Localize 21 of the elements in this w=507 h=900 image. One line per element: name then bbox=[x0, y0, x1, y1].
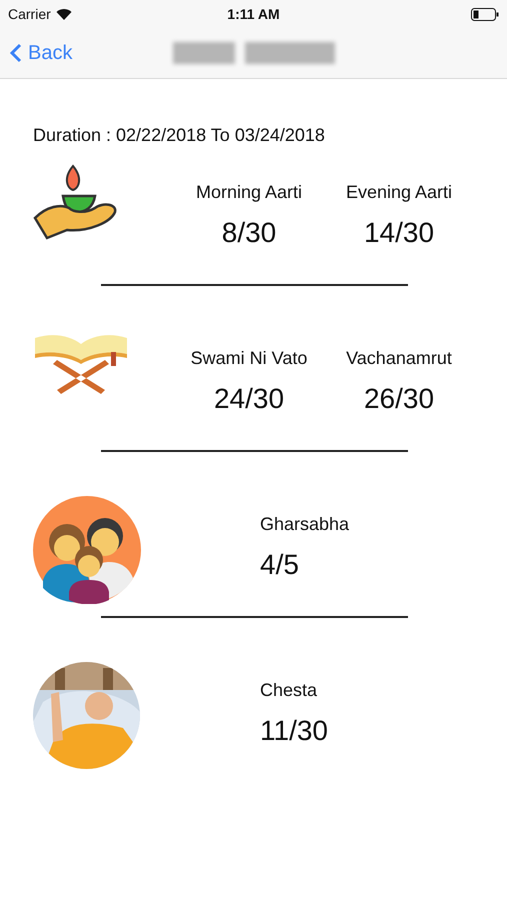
activity-count: 8/30 bbox=[222, 217, 276, 249]
activity-count: 24/30 bbox=[214, 383, 284, 415]
activity-count: 26/30 bbox=[364, 383, 434, 415]
activity-count: 4/5 bbox=[260, 549, 299, 581]
activity-label: Chesta bbox=[260, 680, 318, 701]
activity-label: Morning Aarti bbox=[196, 182, 302, 203]
chevron-left-icon bbox=[10, 43, 22, 63]
activity-count: 11/30 bbox=[260, 715, 328, 747]
family-icon bbox=[33, 496, 141, 604]
carrier-label: Carrier bbox=[8, 6, 51, 22]
status-time: 1:11 AM bbox=[227, 6, 280, 22]
activity-label: Evening Aarti bbox=[346, 182, 452, 203]
duration-text: Duration : 02/22/2018 To 03/24/2018 bbox=[33, 125, 326, 146]
activity-label: Swami Ni Vato bbox=[190, 348, 308, 369]
activity-count: 14/30 bbox=[364, 217, 434, 249]
battery-icon bbox=[471, 8, 499, 20]
lamp-in-hand-icon bbox=[33, 164, 119, 242]
activity-label: Gharsabha bbox=[260, 514, 350, 535]
wifi-icon bbox=[56, 8, 72, 20]
back-button[interactable]: Back bbox=[0, 42, 82, 64]
activity-label: Vachanamrut bbox=[346, 348, 452, 369]
